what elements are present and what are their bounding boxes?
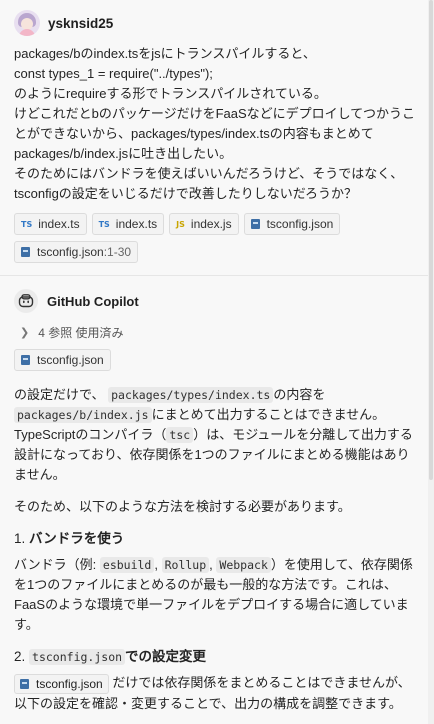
message-line: のようにrequireする形でトランスパイルされている。 [14, 86, 327, 101]
section-title: での設定変更 [125, 649, 207, 664]
inline-code: tsc [166, 427, 194, 443]
attachment-range: :1-30 [103, 245, 132, 259]
inline-code: packages/types/index.ts [108, 387, 274, 403]
attachment-chip[interactable]: tsconfig.json:1-30 [14, 241, 139, 263]
javascript-icon: JS [176, 219, 185, 229]
scrollbar[interactable] [428, 0, 434, 724]
reference-file-label: tsconfig.json [37, 353, 104, 367]
section-heading: 2. tsconfig.json での設定変更 [14, 647, 420, 667]
user-message-text: packages/bのindex.tsをjsにトランスパイルすると、 const… [14, 44, 420, 204]
attachment-label: index.ts [38, 217, 80, 231]
typescript-icon: TS [98, 219, 110, 229]
attachment-label: tsconfig.json [37, 245, 104, 259]
message-line: const types_1 = require("../types"); [14, 66, 213, 81]
attachment-label: tsconfig.json [266, 217, 334, 231]
answer-paragraph: tsconfig.json だけでは依存関係をまとめることはできませんが、以下の… [14, 673, 420, 714]
answer-paragraph: バンドラ（例: esbuild, Rollup, Webpack ）を使用して、依… [14, 555, 420, 635]
user-message: ysknsid25 packages/bのindex.tsをjsにトランスパイル… [0, 0, 434, 263]
answer-text: の設定だけで、 [14, 387, 105, 402]
reference-file-chip[interactable]: tsconfig.json [14, 349, 111, 371]
reference-file-chip[interactable]: tsconfig.json [14, 673, 109, 694]
answer-paragraph: の設定だけで、 packages/types/index.ts の内容を packa… [14, 385, 420, 485]
attachment-label: index.js [190, 217, 232, 231]
section-title: バンドラを使う [29, 531, 125, 546]
copilot-icon [14, 289, 38, 313]
section-number: 1. [14, 531, 26, 546]
answer-text: , [154, 557, 158, 572]
answer-paragraph: そのため、以下のような方法を検討する必要があります。 [14, 499, 351, 514]
section-number: 2. [14, 649, 26, 664]
typescript-icon: TS [21, 219, 33, 229]
attachment-chip[interactable]: TS index.ts [14, 213, 87, 235]
config-file-icon [21, 355, 30, 365]
attachment-list: TS index.ts TS index.ts JS index.js tsconfi… [14, 213, 420, 263]
assistant-answer: の設定だけで、 packages/types/index.ts の内容を packa… [14, 385, 420, 714]
inline-code: tsconfig.json [29, 649, 126, 665]
attachment-chip[interactable]: tsconfig.json [243, 213, 341, 235]
answer-text: , [209, 557, 213, 572]
inline-code: Rollup [161, 557, 210, 573]
inline-code: Webpack [216, 557, 271, 573]
config-file-icon [250, 219, 260, 229]
chevron-right-icon: ❯ [20, 326, 30, 339]
section-heading: 1. バンドラを使う [14, 529, 420, 549]
scrollbar-thumb[interactable] [429, 0, 433, 480]
username: ysknsid25 [48, 15, 114, 31]
inline-code: esbuild [99, 557, 155, 573]
references-toggle[interactable]: ❯ 4 参照 使用済み [14, 323, 420, 341]
references-label: 4 参照 使用済み [38, 325, 124, 340]
assistant-message: GitHub Copilot ❯ 4 参照 使用済み tsconfig.json… [0, 276, 434, 714]
chat-panel: ysknsid25 packages/bのindex.tsをjsにトランスパイル… [0, 0, 434, 724]
reference-file-label: tsconfig.json [36, 676, 103, 691]
attachment-label: index.ts [115, 217, 158, 231]
config-file-icon [20, 678, 29, 689]
attachment-chip[interactable]: JS index.js [169, 213, 239, 235]
assistant-name: GitHub Copilot [47, 293, 139, 309]
assistant-header: GitHub Copilot [14, 288, 420, 314]
user-header: ysknsid25 [14, 10, 420, 36]
attachment-chip[interactable]: TS index.ts [91, 213, 165, 235]
inline-code: packages/b/index.js [14, 407, 152, 423]
avatar [14, 10, 40, 36]
answer-text: の内容を [273, 387, 326, 402]
answer-text: バンドラ（例: [14, 557, 97, 572]
message-line: けどこれだとbのパッケージだけをFaaSなどにデプロイしてつかうことができないか… [14, 106, 416, 161]
message-line: packages/bのindex.tsをjsにトランスパイルすると、 [14, 46, 316, 61]
config-file-icon [21, 247, 30, 257]
message-line: そのためにはバンドラを使えばいいんだろうけど、そうではなく、tsconfigの設… [14, 166, 404, 201]
